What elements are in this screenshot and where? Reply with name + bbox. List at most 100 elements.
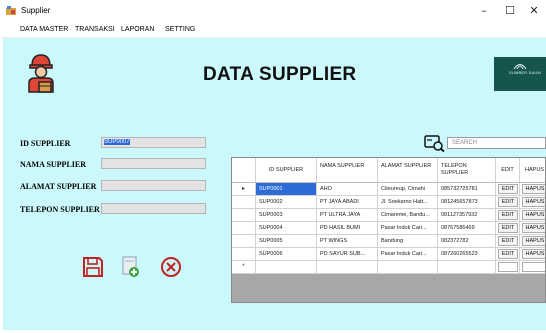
new-row-cell[interactable]	[317, 261, 378, 274]
row-header[interactable]	[232, 235, 256, 248]
cell-address[interactable]: Citeureup, Cimahi	[378, 183, 438, 196]
row-header[interactable]	[232, 222, 256, 235]
new-row-delete-cell	[520, 261, 545, 274]
row-header[interactable]	[232, 196, 256, 209]
cell-address[interactable]: Pasar Induk Cari...	[378, 222, 438, 235]
new-row-cell[interactable]	[438, 261, 496, 274]
cell-id[interactable]: SUP0001	[256, 183, 317, 196]
edit-button[interactable]: EDIT	[498, 184, 518, 194]
new-row-cell[interactable]	[378, 261, 438, 274]
supplier-id-field[interactable]: SUP0007	[101, 137, 206, 148]
menu-data-master[interactable]: DATA MASTER	[20, 26, 68, 33]
delete-button[interactable]: HAPUS	[522, 223, 545, 233]
cell-name[interactable]: PT ULTRA JAYA	[317, 209, 378, 222]
delete-button[interactable]: HAPUS	[522, 236, 545, 246]
edit-button[interactable]: EDIT	[498, 249, 518, 259]
supplier-worker-icon	[28, 54, 54, 93]
cell-name[interactable]: PT JAYA ABADI	[317, 196, 378, 209]
edit-button[interactable]: EDIT	[498, 236, 518, 246]
search-input[interactable]: SEARCH	[447, 137, 546, 149]
cell-address[interactable]: Pasar Induk Cari...	[378, 248, 438, 261]
row-header[interactable]	[232, 209, 256, 222]
delete-cell: HAPUS	[520, 209, 545, 222]
delete-cell: HAPUS	[520, 183, 545, 196]
minimize-button[interactable]: –	[472, 3, 496, 19]
row-header[interactable]: ▸	[232, 183, 256, 196]
menu-setting[interactable]: SETTING	[165, 26, 195, 33]
delete-cell: HAPUS	[520, 222, 545, 235]
floppy-disk-icon	[83, 257, 103, 277]
edit-button[interactable]: EDIT	[498, 223, 518, 233]
cell-address[interactable]: Bandung	[378, 235, 438, 248]
add-button[interactable]	[120, 256, 142, 278]
menu-laporan[interactable]: LAPORAN	[121, 26, 154, 33]
cancel-circle-icon	[161, 257, 181, 277]
title-bar: Supplier – ☐ ✕	[0, 0, 546, 23]
window-title: Supplier	[21, 6, 51, 15]
edit-cell: EDIT	[496, 248, 520, 261]
menu-transaksi[interactable]: TRANSAKSI	[75, 26, 115, 33]
new-row-edit-button[interactable]	[498, 262, 518, 272]
cell-id[interactable]: SUP0006	[256, 248, 317, 261]
new-row-delete-button[interactable]	[522, 262, 545, 272]
page-title: DATA SUPPLIER	[203, 64, 357, 85]
new-row-cell[interactable]	[256, 261, 317, 274]
supplier-id-label: ID SUPPLIER	[20, 139, 71, 148]
cell-id[interactable]: SUP0002	[256, 196, 317, 209]
column-header-phone[interactable]: TELEPON SUPPLIER	[438, 158, 496, 183]
edit-cell: EDIT	[496, 183, 520, 196]
new-row-header[interactable]: *	[232, 261, 256, 274]
supplier-table: ID SUPPLIER NAMA SUPPLIER ALAMAT SUPPLIE…	[231, 157, 546, 303]
cell-phone[interactable]: 087260265523	[438, 248, 496, 261]
supplier-name-field[interactable]	[101, 158, 206, 169]
new-document-icon	[122, 256, 139, 277]
cell-address[interactable]: Jl. Soekarno Hatt...	[378, 196, 438, 209]
edit-button[interactable]: EDIT	[498, 210, 518, 220]
save-button[interactable]	[82, 256, 104, 278]
edit-cell: EDIT	[496, 235, 520, 248]
cell-name[interactable]: PD SAYUR SUB...	[317, 248, 378, 261]
cell-name[interactable]: PD HASIL BUMI	[317, 222, 378, 235]
cell-id[interactable]: SUP0005	[256, 235, 317, 248]
cell-phone[interactable]: 081127357932	[438, 209, 496, 222]
brand-logo: SUMBER SAUM	[494, 57, 546, 91]
menu-bar: DATA MASTER TRANSAKSI LAPORAN SETTING	[0, 23, 546, 38]
search-card-icon[interactable]	[424, 134, 445, 152]
brand-logo-text: SUMBER SAUM	[509, 70, 541, 75]
cell-id[interactable]: SUP0004	[256, 222, 317, 235]
column-header-delete[interactable]: HAPUS	[520, 158, 545, 183]
edit-cell: EDIT	[496, 222, 520, 235]
cell-id[interactable]: SUP0003	[256, 209, 317, 222]
row-header[interactable]	[232, 248, 256, 261]
cell-address[interactable]: Cimareme, Bandu...	[378, 209, 438, 222]
cell-name[interactable]: AHO	[317, 183, 378, 196]
edit-cell: EDIT	[496, 209, 520, 222]
delete-button[interactable]: HAPUS	[522, 249, 545, 259]
supplier-address-label: ALAMAT SUPPLIER	[20, 182, 97, 191]
delete-button[interactable]: HAPUS	[522, 184, 545, 194]
supplier-address-field[interactable]	[101, 180, 206, 191]
supplier-name-label: NAMA SUPPLIER	[20, 160, 87, 169]
app-icon	[6, 6, 16, 15]
cell-phone[interactable]: 085732725781	[438, 183, 496, 196]
cell-phone[interactable]: 082372782	[438, 235, 496, 248]
cell-phone[interactable]: 081245657873	[438, 196, 496, 209]
column-header-name[interactable]: NAMA SUPPLIER	[317, 158, 378, 183]
new-row-edit-cell	[496, 261, 520, 274]
brand-logo-icon	[513, 64, 527, 70]
column-header-edit[interactable]: EDIT	[496, 158, 520, 183]
column-header-address[interactable]: ALAMAT SUPPLIER	[378, 158, 438, 183]
delete-cell: HAPUS	[520, 235, 545, 248]
cell-phone[interactable]: 08767586469	[438, 222, 496, 235]
maximize-button[interactable]: ☐	[498, 3, 522, 19]
delete-cell: HAPUS	[520, 196, 545, 209]
cell-name[interactable]: PT WINGS	[317, 235, 378, 248]
cancel-button[interactable]	[160, 256, 182, 278]
edit-button[interactable]: EDIT	[498, 197, 518, 207]
delete-button[interactable]: HAPUS	[522, 210, 545, 220]
delete-button[interactable]: HAPUS	[522, 197, 545, 207]
column-header-id[interactable]: ID SUPPLIER	[256, 158, 317, 183]
close-button[interactable]: ✕	[522, 3, 546, 19]
supplier-phone-label: TELEPON SUPPLIER	[20, 205, 100, 214]
supplier-phone-field[interactable]	[101, 203, 206, 214]
